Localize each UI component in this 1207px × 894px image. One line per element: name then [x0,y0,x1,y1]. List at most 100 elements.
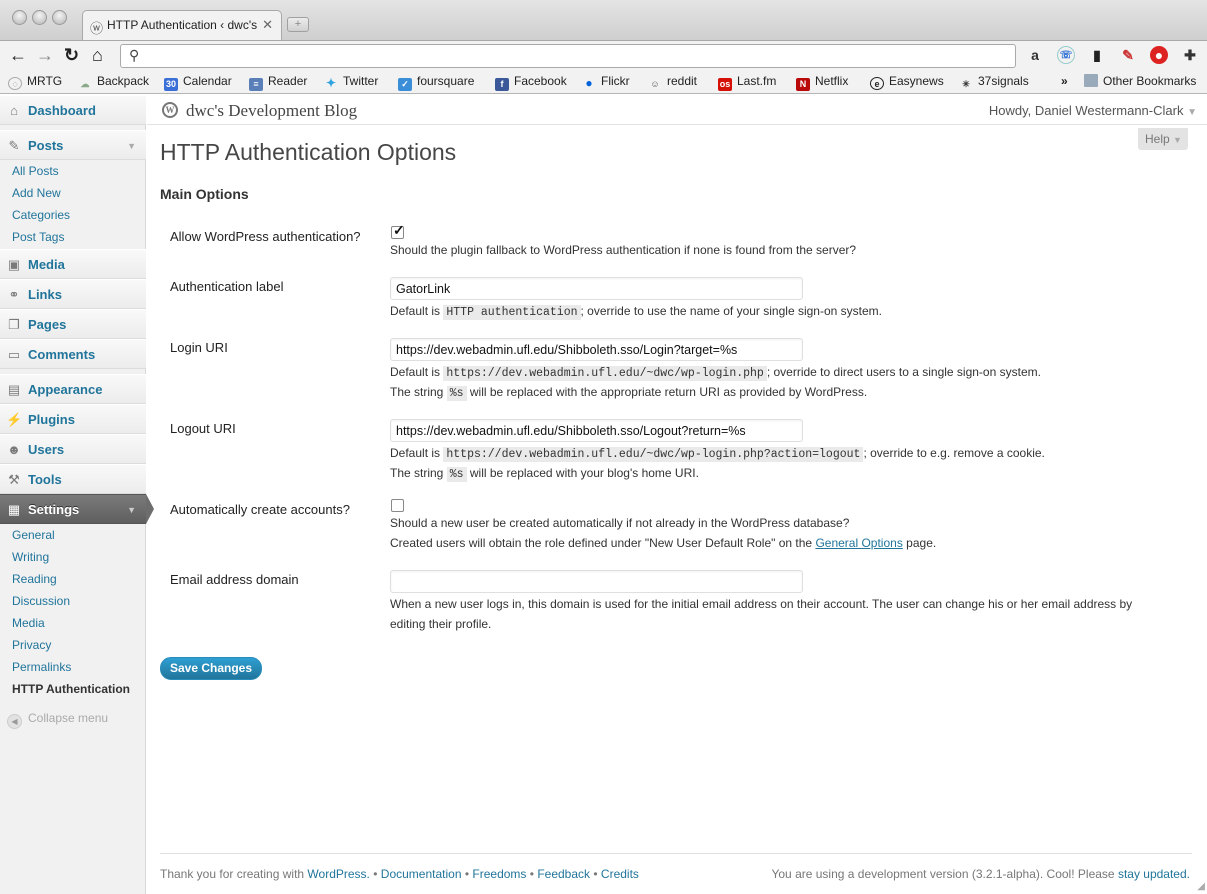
footer-freedoms-link[interactable]: Freedoms [472,867,526,881]
submenu-discussion[interactable]: Discussion [12,594,70,608]
pin-extension-icon[interactable]: ✎ [1119,46,1137,64]
reload-icon[interactable]: ↻ [64,44,79,66]
new-tab-button[interactable]: + [287,17,309,32]
allow-wp-auth-checkbox[interactable]: ✓ [391,222,405,239]
adblock-extension-icon[interactable]: ● [1150,46,1168,64]
login-uri-input[interactable] [390,338,803,361]
menu-users[interactable]: ☻ Users [0,434,146,464]
settings-toggle-arrow-icon[interactable]: ▼ [127,505,136,515]
menu-dashboard[interactable]: ⌂ Dashboard [0,95,146,125]
email-domain-description: When a new user logs in, this domain is … [390,597,1133,611]
general-options-link[interactable]: General Options [815,536,902,550]
window-zoom-button[interactable] [52,10,67,25]
default-value-code: https://dev.webadmin.ufl.edu/~dwc/wp-log… [443,447,864,462]
bookmark-calendar[interactable]: 30 Calendar [164,74,232,91]
submenu-privacy[interactable]: Privacy [12,638,51,652]
footer-credits-link[interactable]: Credits [601,867,639,881]
posts-toggle-arrow-icon[interactable]: ▼ [127,141,136,151]
tools-icon: ⚒ [8,472,20,487]
bookmark-backpack[interactable]: ☁ Backpack [78,74,150,91]
bookmark-reddit[interactable]: ☺ reddit [648,74,697,91]
menu-links[interactable]: ⚭ Links [0,279,146,309]
footer-feedback-link[interactable]: Feedback [537,867,590,881]
bookmark-twitter[interactable]: ✦ Twitter [324,74,378,90]
footer-version: You are using a development version (3.2… [771,867,1190,881]
bookmark-reader[interactable]: ≡ Reader [249,74,307,91]
bookmark-facebook[interactable]: f Facebook [495,74,567,91]
site-title[interactable]: dwc's Development Blog [186,101,357,121]
foursquare-icon: ✓ [398,78,412,91]
menu-plugins[interactable]: ⚡ Plugins [0,404,146,434]
submenu-all-posts[interactable]: All Posts [12,164,59,178]
auth-label-input[interactable] [390,277,803,300]
reddit-icon: ☺ [650,79,660,89]
phone-extension-icon[interactable]: ▮ [1088,46,1106,64]
help-tab[interactable]: Help ▼ [1138,128,1188,150]
footer-documentation-link[interactable]: Documentation [381,867,462,881]
bookmarks-overflow-chevron[interactable]: » [1061,74,1068,88]
menu-media[interactable]: ▣ Media [0,249,146,279]
auto-create-description-2: Created users will obtain the role defin… [390,536,937,550]
37signals-icon: ✳ [962,79,970,89]
logout-uri-label: Logout URI [170,421,236,436]
stay-updated-link[interactable]: stay updated. [1118,867,1190,881]
bookmarks-bar: ◌ MRTG ☁ Backpack 30 Calendar ≡ Reader ✦ Twit… [0,70,1207,94]
resize-grip-icon[interactable]: ◢ [1197,881,1205,892]
submenu-add-new[interactable]: Add New [12,186,61,200]
plugins-icon: ⚡ [6,412,23,427]
menu-pages[interactable]: ❐ Pages [0,309,146,339]
bookmark-37signals[interactable]: ✳ 37signals [959,74,1028,91]
submenu-categories[interactable]: Categories [12,208,70,222]
forward-arrow-icon[interactable]: → [36,44,54,66]
comments-icon: ▭ [7,347,21,362]
menu-appearance[interactable]: ▤ Appearance [0,374,146,404]
bookmark-lastfm[interactable]: os Last.fm [718,74,776,91]
logout-uri-input[interactable] [390,419,803,442]
menu-comments[interactable]: ▭ Comments [0,339,146,369]
bookmark-foursquare[interactable]: ✓ foursquare [398,74,474,91]
bookmark-netflix[interactable]: N Netflix [796,74,848,91]
collapse-menu-button[interactable]: ◀ Collapse menu [7,711,108,729]
submenu-writing[interactable]: Writing [12,550,49,564]
menu-tools[interactable]: ⚒ Tools [0,464,146,494]
skype-extension-icon[interactable]: ☏ [1057,46,1075,64]
browser-toolbar: ← → ↻ ⌂ ⚲ a ☏ ▮ ✎ ● ✚ [0,40,1207,70]
window-minimize-button[interactable] [32,10,47,25]
footer-wordpress-link[interactable]: WordPress. [307,867,369,881]
posts-pin-icon: ✎ [8,138,20,153]
bookmark-mrtg[interactable]: ◌ MRTG [8,74,62,90]
other-bookmarks-folder[interactable]: Other Bookmarks [1084,74,1196,88]
submenu-http-authentication[interactable]: HTTP Authentication [12,682,130,696]
menu-settings[interactable]: ▦ Settings ▼ [0,494,146,524]
submenu-media[interactable]: Media [12,616,45,630]
current-menu-pointer [146,494,154,524]
url-input[interactable] [149,48,999,64]
amazon-extension-icon[interactable]: a [1026,46,1044,64]
auth-label-description: Default is HTTP authentication; override… [390,304,882,320]
globe-icon: ◌ [8,77,22,90]
save-changes-button[interactable]: Save Changes [160,657,262,680]
home-icon[interactable]: ⌂ [92,44,103,66]
address-bar[interactable]: ⚲ [120,44,1016,68]
email-domain-label: Email address domain [170,572,299,587]
help-arrow-icon: ▼ [1173,135,1182,145]
email-domain-input[interactable] [390,570,803,593]
submenu-post-tags[interactable]: Post Tags [12,230,64,244]
menu-posts[interactable]: ✎ Posts ▼ [0,130,146,160]
wrench-menu-icon[interactable]: ✚ [1181,46,1199,64]
auto-create-checkbox[interactable] [391,499,404,512]
settings-icon: ▦ [7,502,21,517]
back-arrow-icon[interactable]: ← [9,44,27,66]
submenu-general[interactable]: General [12,528,55,542]
submenu-reading[interactable]: Reading [12,572,57,586]
window-close-button[interactable] [12,10,27,25]
search-icon: ⚲ [129,47,140,63]
user-menu[interactable]: Howdy, Daniel Westermann-Clark ▼ [989,103,1197,118]
browser-tab-active[interactable]: ⓦ HTTP Authentication ‹ dwc's ✕ [82,10,282,40]
submenu-permalinks[interactable]: Permalinks [12,660,71,674]
bookmark-flickr[interactable]: ● Flickr [582,74,629,90]
footer-left: Thank you for creating with WordPress. •… [160,867,639,881]
tab-close-icon[interactable]: ✕ [262,17,273,33]
admin-sidebar: ⌂ Dashboard ✎ Posts ▼ All Posts Add New … [0,95,146,894]
bookmark-easynews[interactable]: e Easynews [870,74,944,90]
